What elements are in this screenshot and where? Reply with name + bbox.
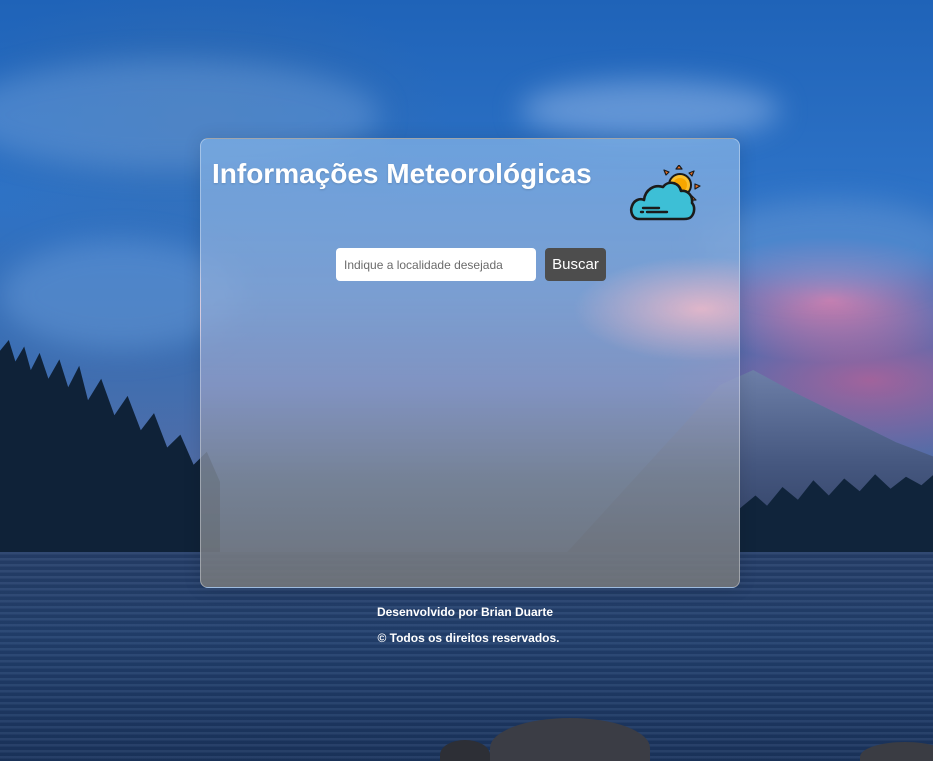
location-search-input[interactable] — [336, 248, 536, 281]
page-title: Informações Meteorológicas — [212, 158, 592, 189]
footer: Desenvolvido por Brian Duarte © Todos os… — [0, 605, 933, 645]
footer-credit: Desenvolvido por Brian Duarte — [376, 605, 554, 619]
forest-left — [0, 340, 220, 555]
cloud — [520, 80, 780, 140]
weather-panel: Informações Meteorológicas Buscar — [200, 138, 740, 588]
footer-copyright: © Todos os direitos reservados. — [377, 631, 560, 645]
weather-cloud-sun-wind-icon — [629, 165, 701, 221]
search-button[interactable]: Buscar — [545, 248, 606, 281]
